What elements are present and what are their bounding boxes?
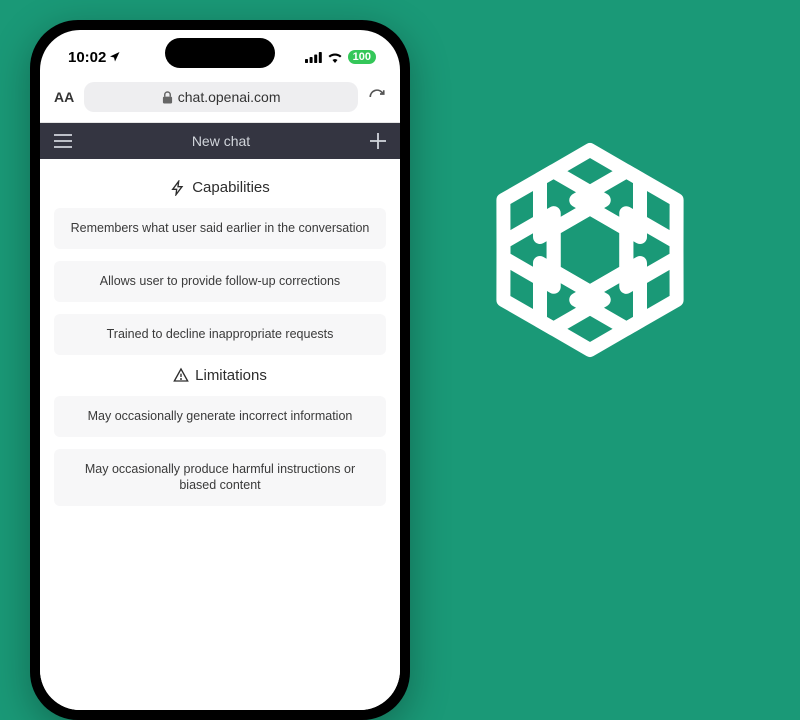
capabilities-heading: Capabilities (54, 179, 386, 196)
wifi-icon (327, 51, 343, 63)
browser-toolbar: AA chat.openai.com (40, 76, 400, 123)
limitation-card[interactable]: May occasionally produce harmful instruc… (54, 449, 386, 507)
limitation-card[interactable]: May occasionally generate incorrect info… (54, 396, 386, 437)
reload-button[interactable] (368, 88, 386, 106)
section-title: Capabilities (192, 179, 270, 196)
status-time: 10:02 (68, 49, 106, 66)
new-chat-button[interactable] (370, 133, 386, 149)
header-title: New chat (192, 133, 250, 149)
limitations-heading: Limitations (54, 367, 386, 384)
warning-icon (173, 367, 189, 383)
section-title: Limitations (195, 367, 267, 384)
phone-frame: 10:02 100 AA chat.opena (30, 20, 410, 720)
url-text: chat.openai.com (178, 89, 281, 105)
signal-icon (305, 52, 322, 63)
openai-logo (460, 120, 720, 380)
location-icon (109, 51, 121, 63)
app-header: New chat (40, 123, 400, 159)
text-size-button[interactable]: AA (54, 89, 74, 105)
phone-screen: 10:02 100 AA chat.opena (40, 30, 400, 710)
battery-indicator: 100 (348, 50, 376, 64)
capability-card[interactable]: Trained to decline inappropriate request… (54, 314, 386, 355)
menu-button[interactable] (54, 134, 72, 148)
capability-card[interactable]: Allows user to provide follow-up correct… (54, 261, 386, 302)
address-bar[interactable]: chat.openai.com (84, 82, 358, 112)
dynamic-island (165, 38, 275, 68)
lock-icon (162, 91, 173, 104)
main-content[interactable]: Capabilities Remembers what user said ea… (40, 159, 400, 710)
lightning-icon (170, 180, 186, 196)
capability-card[interactable]: Remembers what user said earlier in the … (54, 208, 386, 249)
